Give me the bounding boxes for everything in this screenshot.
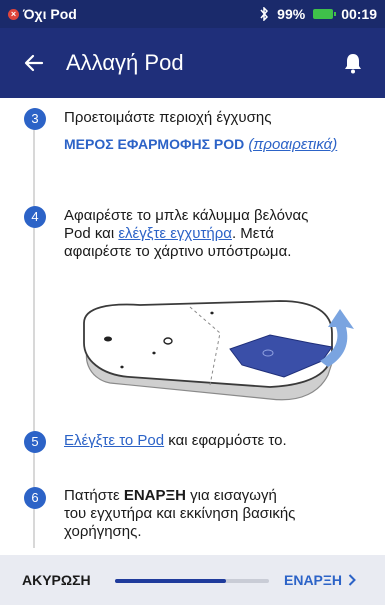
- step-3-text: Προετοιμάστε περιοχή έγχυσης: [64, 109, 272, 126]
- step-6-line-3: χορήγησης.: [64, 523, 142, 540]
- start-button[interactable]: ΕΝΑΡΞΗ: [284, 572, 356, 588]
- site-selection-link[interactable]: ΜΕΡΟΣ ΕΦΑΡΜΟΦΗΣ POD: [64, 136, 244, 152]
- step-number-3: 3: [24, 108, 46, 130]
- step-6-start-bold: ΕΝΑΡΞΗ: [123, 487, 186, 504]
- battery-icon: [313, 9, 337, 19]
- check-cannula-link[interactable]: ελέγξτε εγχυτήρα: [118, 225, 232, 242]
- back-arrow-icon[interactable]: [22, 51, 46, 75]
- optional-link[interactable]: (προαιρετικά): [248, 136, 337, 153]
- step-number-4: 4: [24, 206, 46, 228]
- steps-content: 3 Προετοιμάστε περιοχή έγχυσης ΜΕΡΟΣ ΕΦΑ…: [0, 98, 385, 555]
- step-4-text: Αφαιρέστε το μπλε κάλυμμα βελόνας Pod κα…: [64, 207, 374, 261]
- bluetooth-icon: [260, 7, 269, 21]
- step-6-line-1: Πατήστε ΕΝΑΡΞΗ για εισαγωγή: [64, 487, 364, 505]
- pod-illustration: [83, 300, 354, 401]
- check-pod-link[interactable]: Ελέγξτε το Pod: [64, 432, 164, 449]
- app-bar: Αλλαγή Pod: [0, 28, 385, 98]
- step-3-links: ΜΕΡΟΣ ΕΦΑΡΜΟΦΗΣ POD (προαιρετικά): [64, 135, 337, 154]
- status-bar: × Όχι Pod 99% 00:19: [0, 0, 385, 28]
- clock: 00:19: [341, 6, 377, 22]
- cancel-button[interactable]: ΑΚΥΡΩΣΗ: [22, 572, 91, 588]
- pod-status-text: Όχι Pod: [23, 6, 77, 22]
- bell-icon[interactable]: [343, 52, 363, 74]
- step-4-text-b: . Μετά: [231, 225, 274, 242]
- progress-fill: [115, 579, 226, 583]
- start-button-label: ΕΝΑΡΞΗ: [284, 572, 343, 588]
- step-connector-line: [33, 108, 35, 548]
- step-5-text-rest: και εφαρμόστε το.: [164, 432, 287, 449]
- step-4-line-2: Pod και ελέγξτε εγχυτήρα. Μετά: [64, 225, 374, 243]
- page-title: Αλλαγή Pod: [66, 50, 184, 75]
- step-4-line-1: Αφαιρέστε το μπλε κάλυμμα βελόνας: [64, 207, 309, 224]
- step-number-6: 6: [24, 487, 46, 509]
- step-6-text-b: για εισαγωγή: [185, 487, 277, 504]
- step-number-5: 5: [24, 431, 46, 453]
- step-6-text-a: Πατήστε: [64, 487, 124, 504]
- step-6-text: Πατήστε ΕΝΑΡΞΗ για εισαγωγή του εγχυτήρα…: [64, 487, 364, 541]
- chevron-right-icon: [348, 574, 356, 586]
- step-4-line-3: αφαιρέστε το χάρτινο υπόστρωμα.: [64, 243, 292, 260]
- battery-percent: 99%: [277, 6, 306, 22]
- step-5-text: Ελέγξτε το Pod και εφαρμόστε το.: [64, 432, 287, 450]
- progress-bar: [115, 579, 269, 583]
- step-6-line-2: του εγχυτήρα και εκκίνηση βασικής: [64, 505, 296, 522]
- step-4-text-a: Pod και: [64, 225, 119, 242]
- error-x-icon: ×: [8, 8, 19, 20]
- bottom-bar: ΑΚΥΡΩΣΗ ΕΝΑΡΞΗ: [0, 555, 385, 605]
